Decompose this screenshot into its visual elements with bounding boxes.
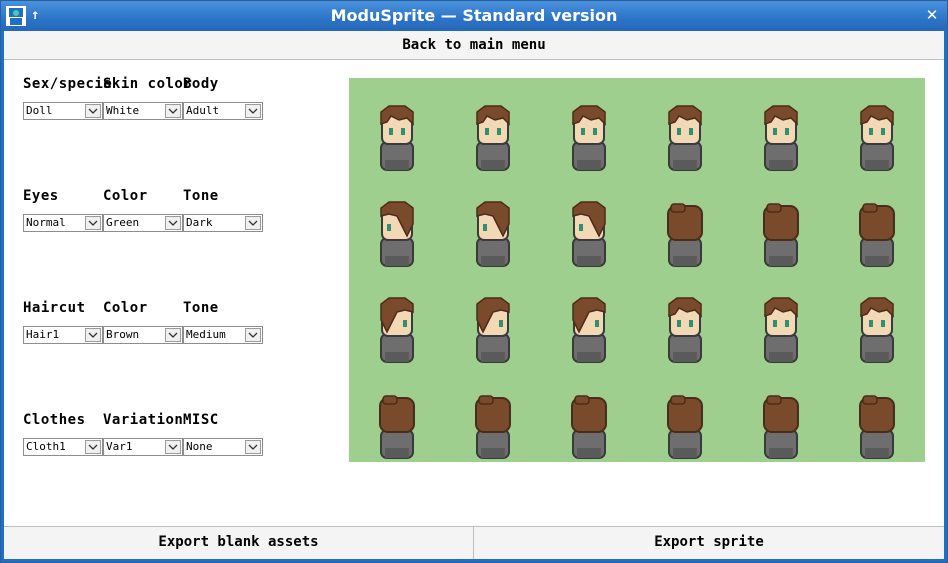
sprite-frame [859,203,895,267]
misc-value: None [186,440,213,453]
chevron-down-icon[interactable] [165,328,181,342]
clothes-label: Clothes [23,412,86,428]
sprite-frame [667,203,703,267]
sprite-frame [572,201,606,267]
app-window: ↑ ModuSprite — Standard version ✕ Back t… [0,0,948,563]
body-value: Adult [186,104,220,117]
chevron-down-icon[interactable] [85,440,101,454]
sprite-frame [379,395,415,459]
sprite-frame [572,297,606,363]
export-blank-assets-button[interactable]: Export blank assets [4,526,474,559]
skin-color-value: White [106,104,140,117]
client-area: Back to main menu Sex/specie Skin color … [4,31,944,559]
sprite-frame [668,297,702,363]
skin-color-select[interactable]: White [103,102,183,120]
sprite-frame [668,105,702,171]
hair-tone-value: Medium [186,328,226,341]
chevron-down-icon[interactable] [165,104,181,118]
chevron-down-icon[interactable] [85,328,101,342]
clothes-select[interactable]: Cloth1 [23,438,103,456]
sprite-frame [763,395,799,459]
eye-color-label: Color [103,188,148,204]
body-label: Body [183,76,219,92]
sprite-frame [860,105,894,171]
sprite-frame [667,395,703,459]
hair-color-label: Color [103,300,148,316]
haircut-label: Haircut [23,300,86,316]
sprite-frame [475,395,511,459]
hair-color-value: Brown [106,328,140,341]
eyes-select[interactable]: Normal [23,214,103,232]
haircut-value: Hair1 [26,328,60,341]
sprite-frame [859,395,895,459]
hair-tone-select[interactable]: Medium [183,326,263,344]
sex-specie-select[interactable]: Doll [23,102,103,120]
chevron-down-icon[interactable] [245,440,261,454]
sprite-frame [571,395,607,459]
chevron-down-icon[interactable] [245,216,261,230]
chevron-down-icon[interactable] [165,216,181,230]
back-to-main-menu-button[interactable]: Back to main menu [4,31,944,60]
variation-label: Variation [103,412,184,428]
hair-color-select[interactable]: Brown [103,326,183,344]
misc-label: MISC [183,412,219,428]
close-icon[interactable]: ✕ [923,6,941,24]
sprite-frame [860,297,894,363]
clothes-value: Cloth1 [26,440,66,453]
misc-select[interactable]: None [183,438,263,456]
chevron-down-icon[interactable] [165,440,181,454]
sprite-frame [763,203,799,267]
sex-specie-label: Sex/specie [23,76,113,92]
window-title: ModuSprite — Standard version [330,6,618,25]
eyes-value: Normal [26,216,66,229]
hair-tone-label: Tone [183,300,219,316]
eye-tone-value: Dark [186,216,213,229]
eyes-label: Eyes [23,188,59,204]
sprite-frame [380,201,414,267]
skin-color-label: Skin color [103,76,193,92]
sex-specie-value: Doll [26,104,53,117]
eye-color-select[interactable]: Green [103,214,183,232]
variation-value: Var1 [106,440,133,453]
chevron-down-icon[interactable] [245,104,261,118]
chevron-down-icon[interactable] [245,328,261,342]
eye-tone-label: Tone [183,188,219,204]
sprite-frame [380,297,414,363]
variation-select[interactable]: Var1 [103,438,183,456]
sprite-frame [476,201,510,267]
chevron-down-icon[interactable] [85,216,101,230]
body-select[interactable]: Adult [183,102,263,120]
sprite-frame [380,105,414,171]
eye-color-value: Green [106,216,140,229]
haircut-select[interactable]: Hair1 [23,326,103,344]
sprite-frame [476,297,510,363]
export-sprite-button[interactable]: Export sprite [474,526,944,559]
sprite-frame [764,297,798,363]
chevron-down-icon[interactable] [85,104,101,118]
sprite-preview [349,78,925,462]
eye-tone-select[interactable]: Dark [183,214,263,232]
sprite-frame [572,105,606,171]
sprite-frame [764,105,798,171]
title-bar[interactable]: ↑ ModuSprite — Standard version ✕ [1,1,947,31]
sprite-frame [476,105,510,171]
